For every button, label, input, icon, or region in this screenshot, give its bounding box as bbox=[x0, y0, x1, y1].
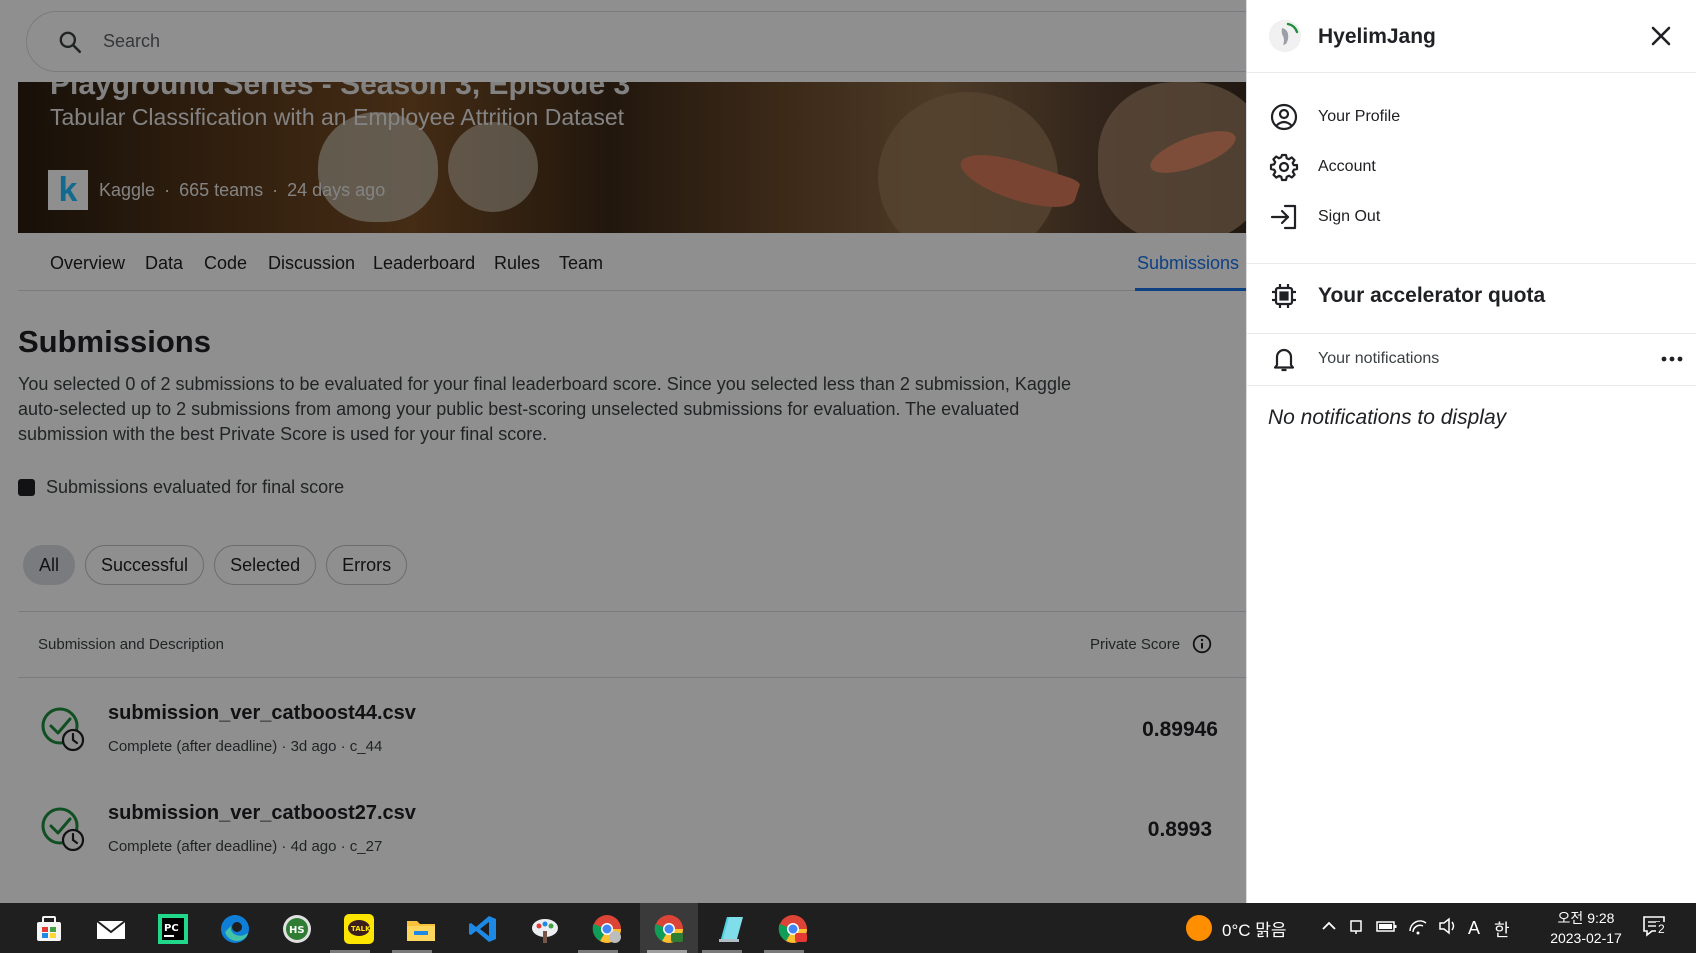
accelerator-quota[interactable]: Your accelerator quota bbox=[1269, 281, 1545, 311]
sun-icon bbox=[1186, 915, 1212, 941]
vscode-icon[interactable] bbox=[467, 913, 499, 945]
file-explorer-icon[interactable] bbox=[405, 913, 437, 945]
notepad-icon[interactable] bbox=[715, 913, 747, 945]
notification-count: 2 bbox=[1656, 921, 1667, 936]
notifications-header: Your notifications bbox=[1269, 344, 1683, 374]
sign-out-icon bbox=[1269, 202, 1299, 232]
chevron-up-icon[interactable] bbox=[1320, 917, 1338, 940]
user-menu-drawer: HyelimJang Your Profile Account Sign Out… bbox=[1246, 0, 1696, 903]
system-tray: A 한 bbox=[1320, 903, 1510, 953]
weather-text: 0°C 맑음 bbox=[1222, 920, 1287, 940]
clock-date: 2023-02-17 bbox=[1550, 930, 1622, 946]
divider bbox=[1247, 263, 1696, 264]
empty-notifications: No notifications to display bbox=[1268, 406, 1507, 429]
weather-widget[interactable]: 0°C 맑음 bbox=[1186, 903, 1287, 953]
modal-backdrop[interactable] bbox=[0, 0, 1246, 903]
paint-app-icon[interactable] bbox=[529, 913, 561, 945]
chrome-icon[interactable] bbox=[653, 913, 685, 945]
screen: { "search": { "placeholder": "Search" },… bbox=[0, 0, 1696, 953]
kakaotalk-icon[interactable]: TALK bbox=[343, 913, 375, 945]
meet-now-icon[interactable] bbox=[1348, 917, 1366, 940]
close-icon[interactable] bbox=[1647, 22, 1675, 50]
windows-start-icon[interactable] bbox=[33, 913, 65, 945]
clock[interactable]: 오전 9:28 2023-02-17 bbox=[1546, 908, 1626, 948]
more-options-icon[interactable] bbox=[1659, 346, 1685, 372]
battery-icon[interactable] bbox=[1376, 917, 1398, 940]
svg-text:TALK: TALK bbox=[351, 925, 371, 933]
svg-text:PC: PC bbox=[164, 923, 179, 934]
action-center[interactable]: 2 bbox=[1642, 903, 1668, 953]
edge-icon[interactable] bbox=[219, 913, 251, 945]
drawer-header: HyelimJang bbox=[1247, 0, 1696, 73]
clock-time: 오전 9:28 bbox=[1557, 910, 1615, 926]
username: HyelimJang bbox=[1318, 25, 1436, 48]
mail-icon[interactable] bbox=[95, 913, 127, 945]
notifications-icon: 2 bbox=[1642, 914, 1668, 943]
chrome-profile-icon[interactable] bbox=[591, 913, 623, 945]
volume-icon[interactable] bbox=[1438, 916, 1458, 940]
divider bbox=[1247, 333, 1696, 334]
divider bbox=[1247, 385, 1696, 386]
menu-sign-out[interactable]: Sign Out bbox=[1269, 197, 1380, 237]
svg-text:HS: HS bbox=[289, 925, 305, 936]
bell-icon bbox=[1269, 344, 1299, 374]
avatar[interactable] bbox=[1269, 20, 1301, 52]
pycharm-icon[interactable]: PC bbox=[157, 913, 189, 945]
ime-mode-icon[interactable]: A bbox=[1468, 918, 1480, 939]
chip-icon bbox=[1269, 281, 1299, 311]
wifi-icon[interactable] bbox=[1408, 917, 1428, 940]
gear-icon bbox=[1269, 152, 1299, 182]
user-circle-icon bbox=[1269, 102, 1299, 132]
windows-taskbar: PC HS TALK 0°C 맑음 A 한 오전 9:28 2023-02-17… bbox=[0, 903, 1696, 953]
menu-account[interactable]: Account bbox=[1269, 147, 1376, 187]
chrome-alt-profile-icon[interactable] bbox=[777, 913, 809, 945]
menu-your-profile[interactable]: Your Profile bbox=[1269, 97, 1400, 137]
ime-language-icon[interactable]: 한 bbox=[1494, 916, 1510, 941]
hs-app-icon[interactable]: HS bbox=[281, 913, 313, 945]
